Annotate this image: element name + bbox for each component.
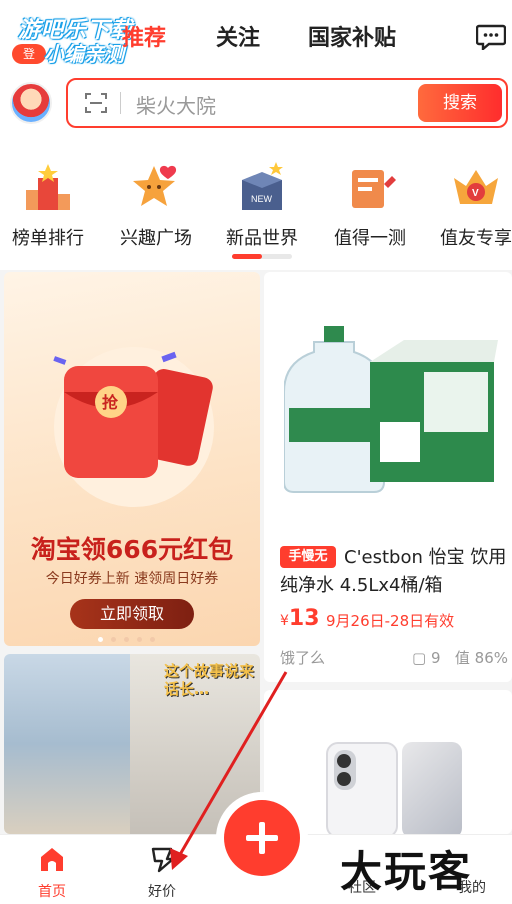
svg-text:V: V (472, 188, 479, 199)
promo-card[interactable]: 抢 淘宝领666元红包 今日好券上新 速领周日好券 立即领取 (4, 272, 260, 646)
post-plus-button[interactable] (224, 800, 300, 876)
test-pencil-icon (352, 170, 396, 208)
scan-icon[interactable] (84, 92, 108, 114)
comment-icon: ▢ (412, 649, 427, 667)
product-source[interactable]: 饿了么 (280, 647, 325, 668)
phone-image (326, 742, 398, 834)
search-placeholder: 柴火大院 (136, 94, 216, 118)
carousel-dots (98, 627, 168, 642)
tab-national-subsidy[interactable]: 国家补贴 (308, 20, 396, 52)
hot-deal-badge: 手慢无 (280, 546, 336, 568)
search-input[interactable]: 柴火大院 搜索 (66, 78, 508, 128)
promo-validity: 9月26日-28日有效 (326, 612, 455, 630)
search-button[interactable]: 搜索 (418, 84, 502, 122)
beach-photo (4, 654, 130, 834)
message-icon[interactable] (476, 22, 506, 50)
vip-crown-icon: V (454, 170, 498, 204)
login-badge[interactable]: 登 (12, 44, 46, 64)
product-stats: ▢ 9 值 86% (412, 647, 508, 668)
tab-recommend[interactable]: 推荐 (122, 20, 166, 52)
top-bar: 游吧乐下载 登 小编亲测 推荐 关注 国家补贴 (0, 0, 512, 72)
avatar[interactable] (10, 82, 52, 124)
product-image (284, 326, 498, 493)
phone-product-card[interactable] (264, 690, 512, 834)
promo-title: 淘宝领666元红包 (30, 535, 234, 564)
svg-text:NEW: NEW (251, 194, 273, 204)
category-interest[interactable]: 兴趣广场 (104, 160, 208, 250)
brand-watermark: 大玩客 (340, 847, 473, 896)
red-envelope-icon: 抢 (53, 347, 214, 507)
deal-icon (151, 847, 175, 873)
product-price: ¥13 (280, 606, 320, 631)
promo-subtitle: 今日好券上新 速领周日好券 (45, 571, 219, 587)
podium-icon (26, 164, 70, 210)
worth-rate: 86% (474, 649, 508, 667)
worth-icon: 值 (454, 649, 470, 667)
category-scroll-indicator (232, 254, 292, 259)
category-ranking[interactable]: 榜单排行 (0, 160, 100, 250)
category-worth-testing[interactable]: 值得一测 (318, 160, 422, 250)
search-divider (120, 92, 121, 114)
category-member-exclusive[interactable]: V 值友专享 (424, 160, 512, 250)
nav-deals[interactable]: 好价 (122, 845, 202, 901)
photo-caption: 这个故事说来话长… (164, 662, 255, 698)
star-heart-icon (133, 165, 177, 206)
home-icon (41, 848, 63, 871)
comment-count: 9 (431, 649, 441, 667)
new-box-icon: NEW (242, 162, 283, 210)
category-new-products[interactable]: NEW 新品世界 (210, 160, 314, 250)
watermark-line2: 小编亲测 (44, 42, 124, 66)
product-card[interactable]: C'estbon 怡宝 饮用纯净水 4.5Lx4桶/箱 手慢无 ¥13 9月26… (264, 272, 512, 682)
nav-home[interactable]: 首页 (12, 845, 92, 901)
svg-text:抢: 抢 (102, 393, 119, 412)
search-row: 柴火大院 搜索 (0, 72, 512, 136)
claim-button[interactable]: 立即领取 (70, 599, 194, 629)
photo-post-card[interactable]: 这个故事说来话长… (4, 654, 260, 834)
tab-follow[interactable]: 关注 (216, 20, 260, 52)
category-row: 榜单排行 兴趣广场 NEW 新品世界 值得一测 V 值友专享 (0, 136, 512, 270)
